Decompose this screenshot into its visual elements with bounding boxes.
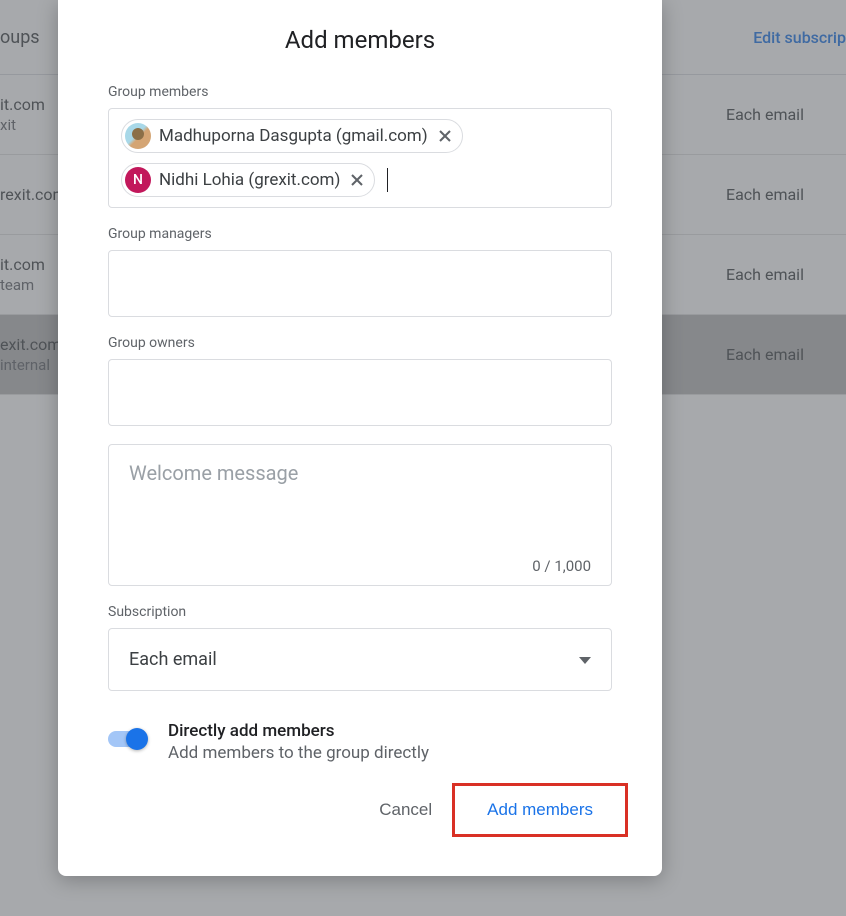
highlight-annotation: Add members [452,783,628,837]
char-count: 0 / 1,000 [532,557,591,575]
toggle-subtitle: Add members to the group directly [168,743,429,763]
select-value: Each email [129,649,217,670]
chip-label: Madhuporna Dasgupta (gmail.com) [159,126,428,146]
directly-add-toggle-row: Directly add members Add members to the … [108,721,612,763]
add-members-dialog: Add members Group members Madhuporna Das… [58,0,662,876]
avatar [125,123,151,149]
subscription-label: Subscription [108,604,632,620]
group-managers-label: Group managers [108,226,632,242]
group-owners-input[interactable] [108,359,612,426]
toggle-title: Directly add members [168,721,429,741]
directly-add-toggle[interactable] [108,729,148,749]
welcome-placeholder: Welcome message [129,461,591,485]
group-members-input[interactable]: Madhuporna Dasgupta (gmail.com) N Nidhi … [108,108,612,208]
group-managers-input[interactable] [108,250,612,317]
cancel-button[interactable]: Cancel [365,790,446,830]
member-chip: Madhuporna Dasgupta (gmail.com) [121,119,463,153]
chevron-down-icon [579,650,591,669]
dialog-title: Add members [88,26,632,54]
close-icon[interactable] [436,127,454,145]
close-icon[interactable] [348,171,366,189]
avatar: N [125,167,151,193]
chip-label: Nidhi Lohia (grexit.com) [159,170,340,190]
subscription-select[interactable]: Each email [108,628,612,691]
text-cursor [387,168,388,192]
welcome-message-input[interactable]: Welcome message 0 / 1,000 [108,444,612,586]
member-chip: N Nidhi Lohia (grexit.com) [121,163,375,197]
group-members-label: Group members [108,84,632,100]
dialog-actions: Cancel Add members [108,783,628,837]
group-owners-label: Group owners [108,335,632,351]
add-members-button[interactable]: Add members [473,790,607,830]
